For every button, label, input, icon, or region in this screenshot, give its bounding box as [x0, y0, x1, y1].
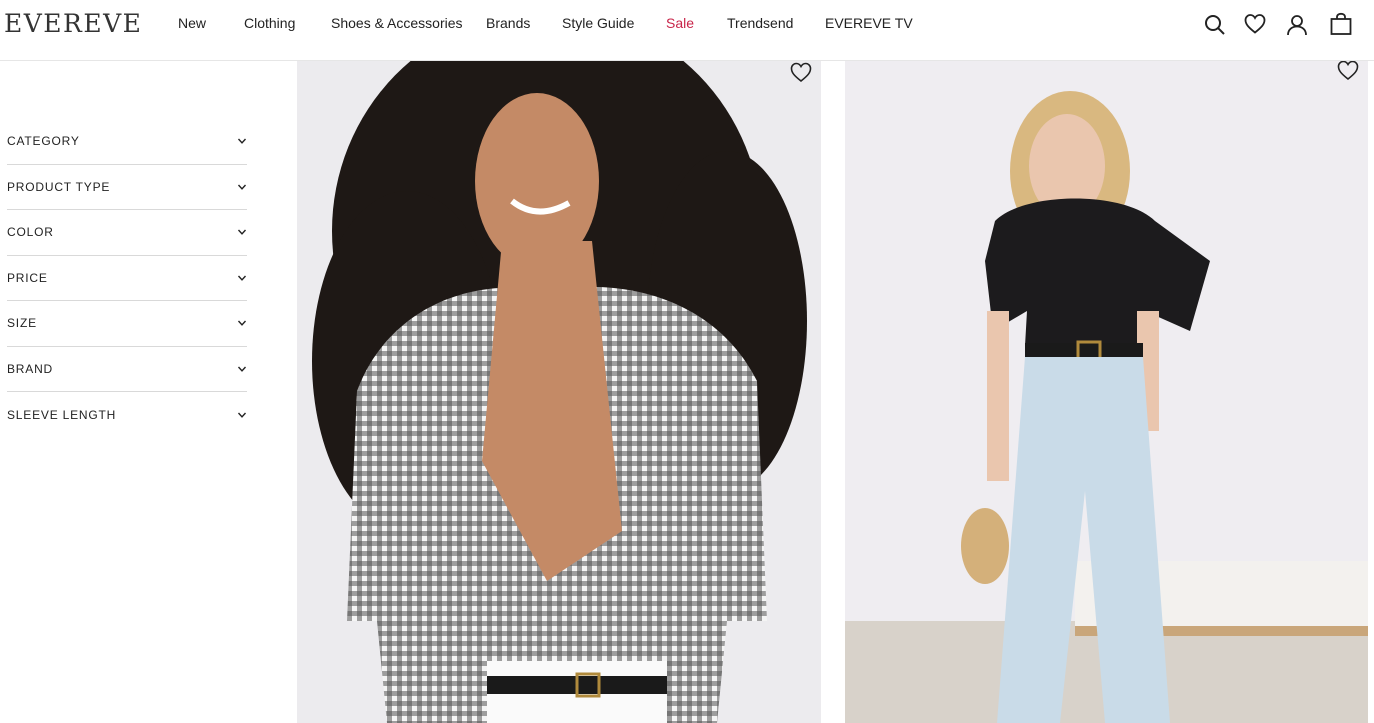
filter-price[interactable]: PRICE	[7, 256, 247, 301]
filter-category[interactable]: CATEGORY	[7, 119, 247, 165]
account-icon[interactable]	[1285, 13, 1309, 37]
filter-brand[interactable]: BRAND	[7, 347, 247, 392]
nav-clothing[interactable]: Clothing	[244, 15, 295, 31]
product-card[interactable]	[297, 61, 821, 723]
filter-product-type[interactable]: PRODUCT TYPE	[7, 165, 247, 210]
chevron-down-icon	[237, 273, 247, 283]
nav-trendsend[interactable]: Trendsend	[727, 15, 793, 31]
product-card[interactable]	[845, 61, 1368, 723]
chevron-down-icon	[237, 318, 247, 328]
filter-color[interactable]: COLOR	[7, 210, 247, 256]
cart-icon[interactable]	[1329, 12, 1353, 36]
filter-label: SLEEVE LENGTH	[7, 407, 117, 422]
filter-sidebar: CATEGORY PRODUCT TYPE COLOR PRICE SIZE B…	[7, 119, 247, 438]
logo[interactable]: EVEREVE	[4, 9, 142, 38]
nav-evereve-tv[interactable]: EVEREVE TV	[825, 15, 913, 31]
filter-label: PRODUCT TYPE	[7, 179, 111, 194]
filter-label: PRICE	[7, 270, 48, 285]
filter-label: CATEGORY	[7, 134, 80, 149]
product-image[interactable]	[297, 61, 821, 723]
filter-sleeve-length[interactable]: SLEEVE LENGTH	[7, 392, 247, 438]
nav-sale[interactable]: Sale	[666, 15, 694, 31]
filter-label: BRAND	[7, 361, 54, 376]
product-image[interactable]	[845, 61, 1368, 723]
heart-icon[interactable]	[1243, 12, 1267, 36]
filter-label: COLOR	[7, 225, 54, 240]
chevron-down-icon	[237, 410, 247, 420]
chevron-down-icon	[237, 227, 247, 237]
chevron-down-icon	[237, 136, 247, 146]
filter-label: SIZE	[7, 316, 37, 331]
nav-brands[interactable]: Brands	[486, 15, 530, 31]
site-header: EVEREVE New Clothing Shoes & Accessories…	[0, 0, 1374, 61]
wishlist-heart-icon[interactable]	[1336, 61, 1360, 81]
search-icon[interactable]	[1203, 13, 1227, 37]
nav-shoes-accessories[interactable]: Shoes & Accessories	[331, 15, 463, 31]
filter-size[interactable]: SIZE	[7, 301, 247, 347]
nav-style-guide[interactable]: Style Guide	[562, 15, 634, 31]
nav-new[interactable]: New	[178, 15, 206, 31]
wishlist-heart-icon[interactable]	[789, 61, 813, 83]
chevron-down-icon	[237, 364, 247, 374]
chevron-down-icon	[237, 182, 247, 192]
